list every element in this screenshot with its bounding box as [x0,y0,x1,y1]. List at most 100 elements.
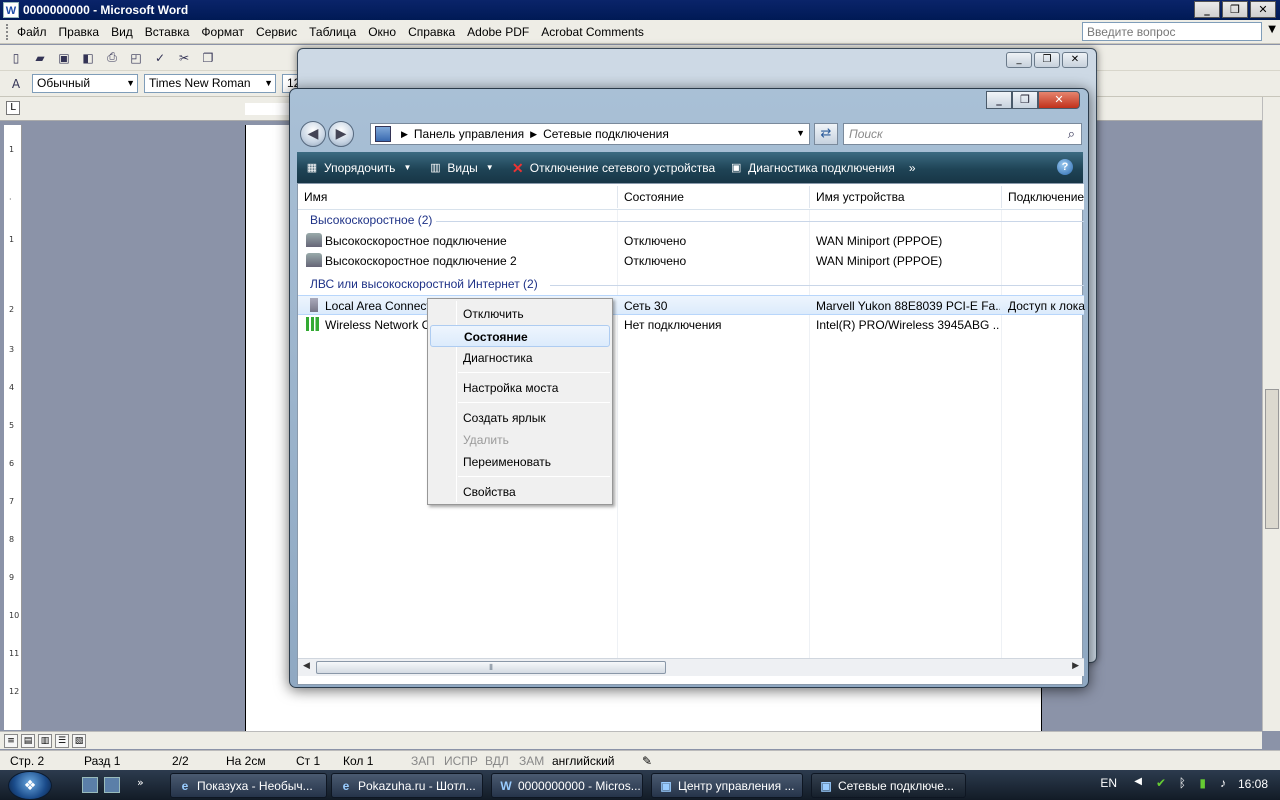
status-rec[interactable]: ЗАП [411,754,435,768]
taskbar-item-ie2[interactable]: e Pokazuha.ru - Шотл... [331,773,483,798]
column-connection[interactable]: Подключение [1008,190,1084,204]
chevron-down-icon[interactable]: ▼ [1268,24,1276,35]
table-row[interactable]: Высокоскоростное подключение 2 Отключено… [298,251,1084,271]
print-layout-icon[interactable]: ▥ [38,733,52,748]
menu-item-rename[interactable]: Переименовать [430,451,610,473]
vertical-scrollbar[interactable] [1262,97,1280,731]
outline-view-icon[interactable]: ☰ [55,733,69,748]
normal-view-icon[interactable]: ≡ [4,733,18,748]
menu-acrobat-comments[interactable]: Acrobat Comments [535,25,650,39]
status-track[interactable]: ИСПР [444,754,478,768]
minimize-icon[interactable]: _ [986,91,1012,109]
taskbar-item-word[interactable]: W 0000000000 - Micros... [491,773,643,798]
menu-file[interactable]: Файл [11,25,53,39]
menu-item-bridge[interactable]: Настройка моста [430,377,610,399]
views-button[interactable]: ▥ Виды ▼ [428,161,496,175]
style-select[interactable]: Обычный ▼ [32,74,138,93]
scroll-left-icon[interactable]: ◀ [303,661,310,671]
volume-icon[interactable]: ♪ [1220,776,1226,790]
tray-expand-icon[interactable]: ◀ [1134,776,1142,787]
menu-item-properties[interactable]: Свойства [430,481,610,503]
menu-item-diagnose[interactable]: Диагностика [430,347,610,369]
column-state[interactable]: Состояние [624,190,684,204]
font-select[interactable]: Times New Roman ▼ [144,74,276,93]
scroll-thumb[interactable]: ⦀ [316,661,666,674]
address-bar[interactable]: ▶ Панель управления ▶ Сетевые подключени… [370,123,810,145]
checkmark-tray-icon[interactable]: ✔ [1156,776,1166,790]
tab-selector[interactable]: L [6,101,20,115]
ask-question-input[interactable]: Введите вопрос [1082,22,1262,41]
ruler-strip[interactable] [245,103,295,115]
chevron-down-icon[interactable]: ▼ [796,128,805,138]
taskbar-item-network-center[interactable]: ▣ Центр управления ... [651,773,803,798]
menu-item-create-shortcut[interactable]: Создать ярлык [430,407,610,429]
table-row[interactable]: Высокоскоростное подключение Отключено W… [298,231,1084,251]
menu-item-status[interactable]: Состояние [430,325,610,347]
diagnose-connection-button[interactable]: ▣ Диагностика подключения [729,161,895,175]
spelling-status-icon[interactable]: ✎ [642,754,652,768]
clock[interactable]: 16:08 [1238,777,1268,791]
search-input[interactable]: Поиск ⌕ [843,123,1082,145]
scroll-thumb[interactable] [1265,389,1279,529]
breadcrumb-separator-icon[interactable]: ▶ [530,129,537,140]
new-document-icon[interactable]: ▯ [6,48,26,68]
breadcrumb-network-connections[interactable]: Сетевые подключения [543,127,669,141]
more-commands-button[interactable]: » [909,161,916,175]
menu-table[interactable]: Таблица [303,25,362,39]
cut-icon[interactable]: ✂ [174,48,194,68]
close-icon[interactable]: ✕ [1038,91,1080,109]
reading-view-icon[interactable]: ▧ [72,733,86,748]
back-arrow-icon[interactable]: ◀ [300,121,326,147]
spelling-icon[interactable]: ✓ [150,48,170,68]
open-folder-icon[interactable]: ▰ [30,48,50,68]
restore-icon[interactable]: ❐ [1012,91,1038,109]
word-app-icon[interactable]: W [3,2,19,18]
column-name[interactable]: Имя [304,190,327,204]
show-desktop-icon[interactable] [82,777,98,793]
taskbar-item-network-connections[interactable]: ▣ Сетевые подключе... [811,773,966,798]
permission-icon[interactable]: ◧ [78,48,98,68]
column-device[interactable]: Имя устройства [816,190,905,204]
close-icon[interactable]: ✕ [1062,52,1088,68]
menu-window[interactable]: Окно [362,25,402,39]
switch-windows-icon[interactable] [104,777,120,793]
print-preview-icon[interactable]: ◰ [126,48,146,68]
status-extend[interactable]: ВДЛ [485,754,509,768]
horizontal-scrollbar[interactable]: ◀ ⦀ ▶ [298,658,1084,676]
table-row[interactable]: Local Area Connect Сеть 30 Marvell Yukon… [298,295,1085,315]
save-icon[interactable]: ▣ [54,48,74,68]
table-row[interactable]: Wireless Network Co Нет подключения Inte… [298,315,1084,335]
menu-format[interactable]: Формат [195,25,250,39]
quicklaunch-more-icon[interactable]: » [137,776,144,789]
start-button[interactable]: ❖ [8,771,52,800]
scroll-right-icon[interactable]: ▶ [1072,661,1079,671]
search-icon[interactable]: ⌕ [1068,126,1075,142]
taskbar-item-ie1[interactable]: e Показуха - Необыч... [170,773,327,798]
refresh-icon[interactable]: ⇄ [814,123,838,145]
menu-help[interactable]: Справка [402,25,461,39]
language-indicator[interactable]: EN [1100,776,1117,790]
disable-device-button[interactable]: ✕ Отключение сетевого устройства [511,161,715,175]
copy-icon[interactable]: ❐ [198,48,218,68]
breadcrumb-control-panel[interactable]: Панель управления [414,127,524,141]
print-icon[interactable]: ⎙ [102,48,122,68]
help-icon[interactable]: ? [1057,159,1073,175]
group-header-broadband[interactable]: Высокоскоростное (2) [310,213,432,227]
menu-item-disable[interactable]: Отключить [430,303,610,325]
bluetooth-icon[interactable]: ᛒ [1179,776,1186,790]
menu-insert[interactable]: Вставка [139,25,196,39]
styles-icon[interactable]: A [6,74,26,94]
close-icon[interactable]: ✕ [1250,1,1276,18]
menu-adobe-pdf[interactable]: Adobe PDF [461,25,535,39]
network-signal-icon[interactable]: ▮ [1199,776,1206,790]
breadcrumb-separator-icon[interactable]: ▶ [401,129,408,140]
web-view-icon[interactable]: ▤ [21,733,35,748]
restore-icon[interactable]: ❐ [1034,52,1060,68]
group-header-lan[interactable]: ЛВС или высокоскоростной Интернет (2) [310,277,538,291]
status-overtype[interactable]: ЗАМ [519,754,544,768]
minimize-icon[interactable]: _ [1006,52,1032,68]
restore-icon[interactable]: ❐ [1222,1,1248,18]
menu-tools[interactable]: Сервис [250,25,303,39]
forward-arrow-icon[interactable]: ▶ [328,121,354,147]
organize-button[interactable]: ▦ Упорядочить ▼ [305,161,414,175]
